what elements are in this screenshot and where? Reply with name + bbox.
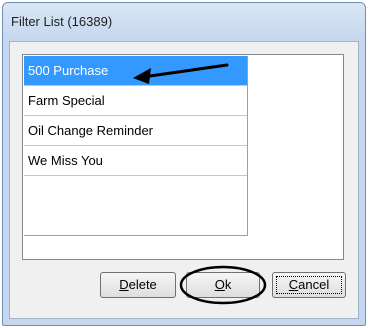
list-item-oil-change-reminder[interactable]: Oil Change Reminder — [24, 116, 247, 146]
delete-mnemonic: D — [119, 277, 129, 292]
ok-mnemonic: O — [214, 277, 225, 292]
ok-label-rest: k — [224, 277, 232, 292]
list-items-container: 500 Purchase Farm Special Oil Change Rem… — [24, 56, 248, 236]
list-item-we-miss-you[interactable]: We Miss You — [24, 146, 247, 176]
delete-label-rest: elete — [128, 277, 157, 292]
ok-button[interactable]: Ok — [186, 272, 260, 298]
list-item-farm-special[interactable]: Farm Special — [24, 86, 247, 116]
delete-button[interactable]: Delete — [100, 272, 176, 298]
window-title: Filter List (16389) — [11, 14, 113, 29]
title-bar[interactable]: Filter List (16389) — [3, 3, 365, 41]
filter-list-dialog: Filter List (16389) 500 Purchase Farm Sp… — [2, 2, 366, 326]
filter-listbox[interactable]: 500 Purchase Farm Special Oil Change Rem… — [22, 54, 344, 260]
cancel-button[interactable]: Cancel — [272, 272, 346, 298]
dialog-body: 500 Purchase Farm Special Oil Change Rem… — [9, 41, 359, 319]
list-item-500-purchase[interactable]: 500 Purchase — [24, 56, 247, 86]
focus-rectangle — [276, 276, 342, 294]
